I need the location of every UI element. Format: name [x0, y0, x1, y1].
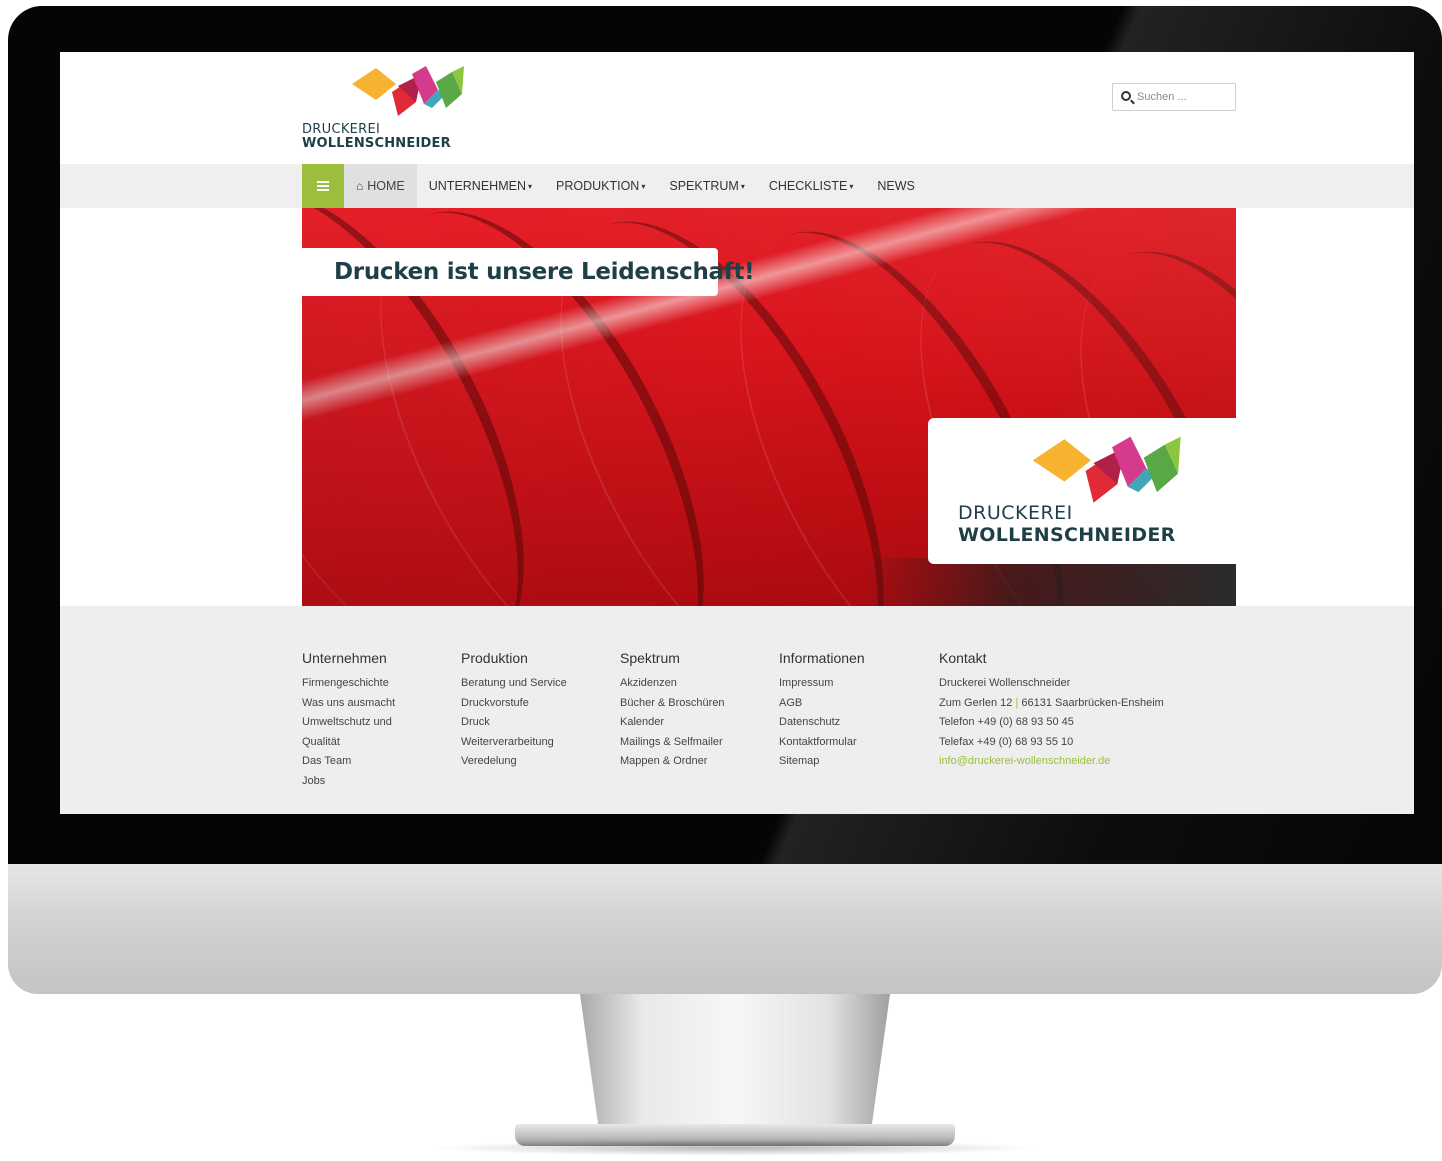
search-icon — [1121, 91, 1131, 101]
nav-item-news[interactable]: NEWS — [865, 164, 927, 208]
footer-link[interactable]: Impressum — [779, 674, 865, 694]
nav-item-home[interactable]: ⌂ HOME — [344, 164, 417, 208]
logo-mark-icon — [352, 66, 464, 116]
footer-link[interactable]: Mailings & Selfmailer — [620, 733, 725, 753]
footer-column-title: Kontakt — [939, 650, 987, 666]
footer-column-unternehmen: Unternehmen Firmengeschichte Was uns aus… — [302, 650, 412, 791]
contact-fax: Telefax +49 (0) 68 93 55 10 — [939, 735, 1074, 748]
footer-link[interactable]: Umweltschutz und Qualität — [302, 713, 412, 752]
footer-column-title: Informationen — [779, 650, 865, 666]
footer-link[interactable]: AGB — [779, 694, 865, 714]
logo-text-line1: DRUCKEREI — [302, 122, 381, 137]
contact-street: Zum Gerlen 12 — [939, 696, 1013, 709]
caret-down-icon: ▾ — [641, 182, 646, 191]
hero-logo-card: DRUCKEREI WOLLENSCHNEIDER — [928, 418, 1236, 564]
footer-link[interactable]: Das Team — [302, 752, 412, 772]
footer-column-title: Unternehmen — [302, 650, 387, 666]
footer-column-title: Produktion — [461, 650, 528, 666]
footer-link[interactable]: Mappen & Ordner — [620, 752, 725, 772]
footer-link[interactable]: Sitemap — [779, 752, 865, 772]
footer-link[interactable]: Was uns ausmacht — [302, 694, 412, 714]
site-logo[interactable]: DRUCKEREI WOLLENSCHNEIDER — [302, 64, 472, 151]
contact-name: Druckerei Wollenschneider — [939, 677, 1071, 689]
contact-email-link[interactable]: info@druckerei-wollenschneider.de — [939, 752, 1164, 772]
monitor-stand-neck — [580, 994, 890, 1128]
website-screen: DRUCKEREI WOLLENSCHNEIDER ⌂HOME UNTERNEH… — [60, 52, 1414, 814]
menu-toggle-button[interactable] — [302, 164, 344, 208]
nav-item-unternehmen[interactable]: UNTERNEHMEN ▾ — [417, 164, 544, 208]
footer-link[interactable]: Firmengeschichte — [302, 674, 412, 694]
footer-link[interactable]: Bücher & Broschüren — [620, 694, 725, 714]
address-separator: | — [1015, 696, 1019, 709]
footer-column-spektrum: Spektrum Akzidenzen Bücher & Broschüren … — [620, 650, 725, 772]
footer-link[interactable]: Jobs — [302, 772, 412, 792]
search-box[interactable] — [1112, 83, 1236, 111]
site-header: DRUCKEREI WOLLENSCHNEIDER — [60, 52, 1414, 164]
caret-down-icon: ▾ — [849, 182, 854, 191]
footer-link[interactable]: Kontaktformular — [779, 733, 865, 753]
footer-link[interactable]: Weiterverarbeitung — [461, 733, 567, 753]
footer-link[interactable]: Beratung und Service — [461, 674, 567, 694]
nav-item-spektrum[interactable]: SPEKTRUM ▾ — [657, 164, 756, 208]
monitor-shadow — [430, 1140, 1040, 1156]
caret-down-icon: ▾ — [740, 182, 745, 191]
logo-text-line2: WOLLENSCHNEIDER — [302, 136, 451, 151]
nav-item-produktion[interactable]: PRODUKTION ▾ — [544, 164, 657, 208]
monitor: DRUCKEREI WOLLENSCHNEIDER ⌂HOME UNTERNEH… — [8, 6, 1442, 994]
footer-link[interactable]: Druck — [461, 713, 567, 733]
footer-column-informationen: Informationen Impressum AGB Datenschutz … — [779, 650, 865, 772]
contact-address: Zum Gerlen 12 | 66131 Saarbrücken-Enshei… — [939, 694, 1164, 714]
monitor-chin — [8, 864, 1442, 994]
footer-link[interactable]: Kalender — [620, 713, 725, 733]
footer-column-title: Spektrum — [620, 650, 680, 666]
hero-logo-text-line2: WOLLENSCHNEIDER — [958, 524, 1176, 546]
nav-items: ⌂ HOME UNTERNEHMEN ▾ PRODUKTION ▾ SPEKTRUM ▾… — [344, 164, 927, 208]
nav-item-checkliste[interactable]: CHECKLISTE ▾ — [757, 164, 866, 208]
site-footer: Unternehmen Firmengeschichte Was uns aus… — [60, 606, 1414, 814]
footer-column-kontakt: Kontakt Druckerei Wollenschneider Zum Ge… — [939, 650, 1164, 772]
hero-logo-text-line1: DRUCKEREI — [958, 502, 1073, 524]
main-navigation: ⌂ HOME UNTERNEHMEN ▾ PRODUKTION ▾ SPEKTRUM ▾… — [60, 164, 1414, 208]
hero-dark-edge — [862, 558, 1236, 606]
contact-city: 66131 Saarbrücken-Ensheim — [1021, 696, 1164, 709]
logo-mark-icon — [1032, 436, 1181, 503]
menu-icon — [317, 181, 329, 183]
footer-link[interactable]: Druckvorstufe — [461, 694, 567, 714]
footer-column-produktion: Produktion Beratung und Service Druckvor… — [461, 650, 567, 772]
caret-down-icon: ▾ — [527, 182, 532, 191]
home-icon: ⌂ — [356, 179, 364, 193]
footer-link[interactable]: Akzidenzen — [620, 674, 725, 694]
footer-link[interactable]: Veredelung — [461, 752, 567, 772]
hero-banner: Drucken ist unsere Leidenschaft! DRUCKER… — [302, 208, 1236, 606]
contact-phone: Telefon +49 (0) 68 93 50 45 — [939, 716, 1074, 728]
footer-link[interactable]: Datenschutz — [779, 713, 865, 733]
hero-headline: Drucken ist unsere Leidenschaft! — [302, 248, 755, 296]
search-input[interactable] — [1137, 88, 1231, 106]
